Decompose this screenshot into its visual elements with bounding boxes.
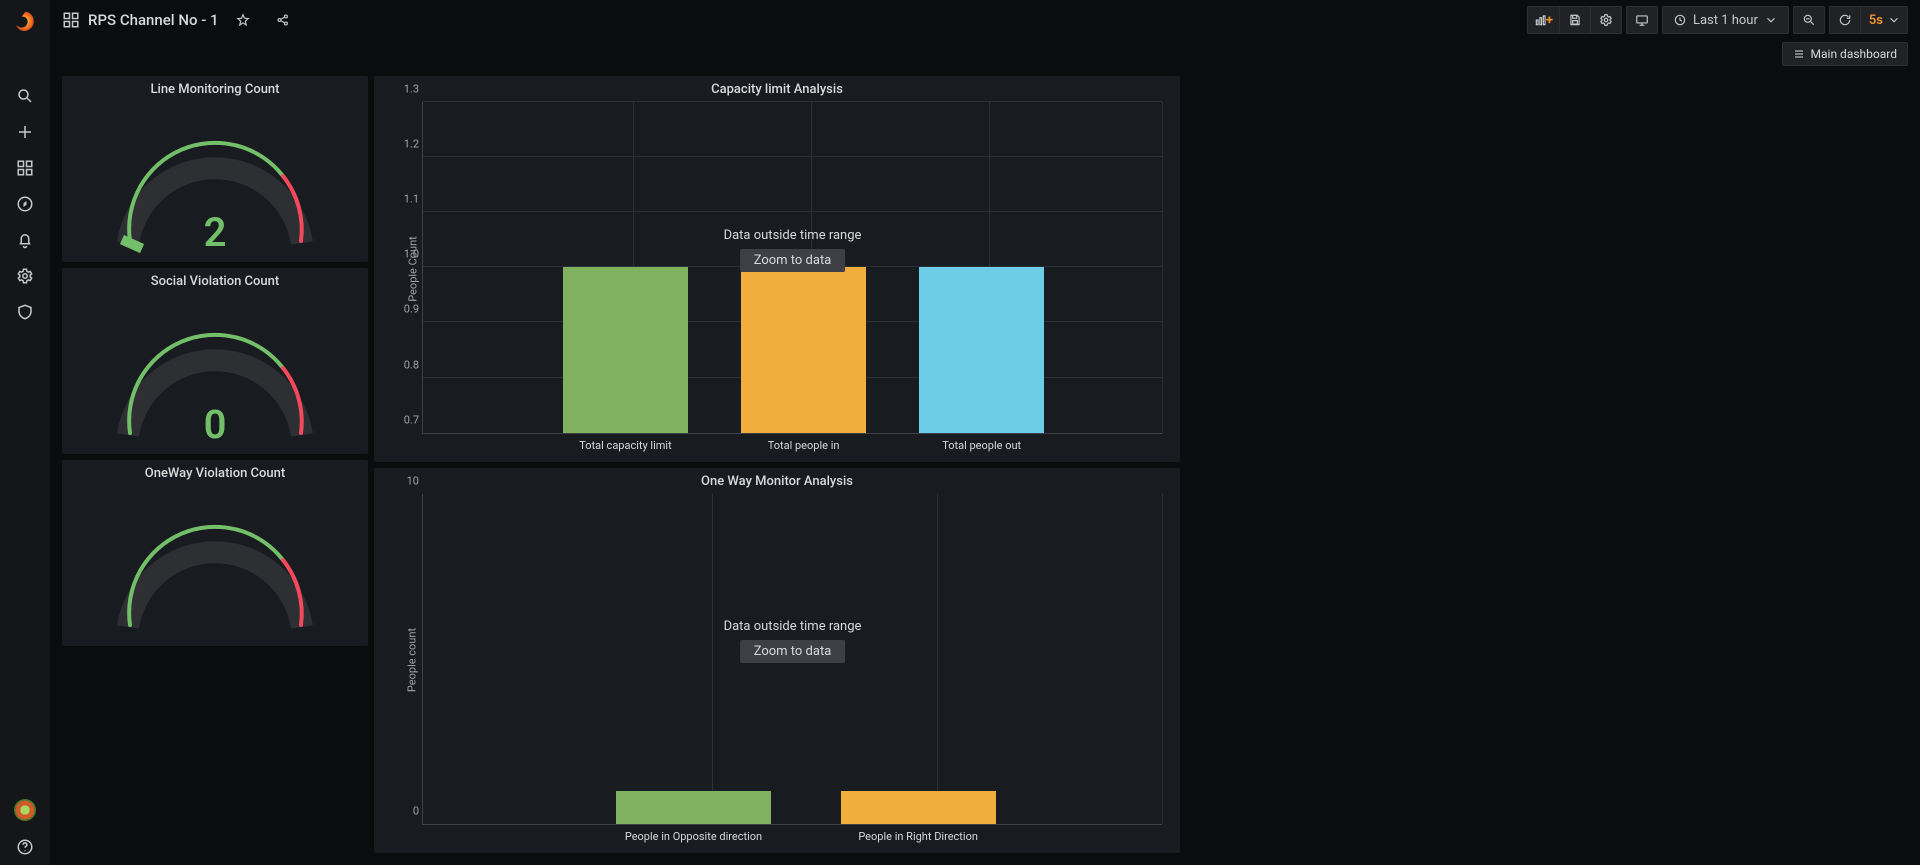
breadcrumb: RPS Channel No - 1 <box>62 6 299 34</box>
time-range-label: Last 1 hour <box>1693 13 1758 28</box>
explore-icon[interactable] <box>14 193 36 215</box>
y-axis-label: People count <box>406 628 419 692</box>
panel-title: Social Violation Count <box>62 268 368 291</box>
settings-button[interactable] <box>1590 6 1622 34</box>
zoom-to-data-button[interactable]: Zoom to data <box>740 640 846 663</box>
dashboards-icon[interactable] <box>14 157 36 179</box>
star-icon[interactable] <box>227 6 259 34</box>
refresh-interval-picker[interactable]: 5s <box>1860 6 1908 34</box>
panel-title: Capacity limit Analysis <box>374 76 1180 99</box>
out-of-range-message: Data outside time range <box>724 619 862 634</box>
panel-oneway-violation-count[interactable]: OneWay Violation Count <box>62 460 368 646</box>
config-icon[interactable] <box>14 265 36 287</box>
gauge <box>110 505 320 640</box>
search-icon[interactable] <box>14 85 36 107</box>
grafana-logo[interactable] <box>11 10 39 38</box>
out-of-range-message: Data outside time range <box>724 228 862 243</box>
avatar[interactable] <box>14 799 36 821</box>
admin-icon[interactable] <box>14 301 36 323</box>
top-toolbar: RPS Channel No - 1 + Last 1 hour 5s <box>50 0 1920 40</box>
panel-social-violation-count[interactable]: Social Violation Count 0 <box>62 268 368 454</box>
panel-title: OneWay Violation Count <box>62 460 368 483</box>
chart-plot: 10 0 People in Opposite direction People… <box>422 494 1162 826</box>
dashboards-home-icon[interactable] <box>62 11 80 29</box>
gauge-value: 2 <box>204 209 227 256</box>
alerting-icon[interactable] <box>14 229 36 251</box>
panel-capacity-limit-analysis[interactable]: Capacity limit Analysis People Count 1.3… <box>374 76 1180 462</box>
y-axis-label: People Count <box>406 236 419 302</box>
sub-toolbar: Main dashboard <box>50 40 1920 68</box>
refresh-button[interactable] <box>1829 6 1861 34</box>
gauge-value: 0 <box>204 401 227 448</box>
plus-icon[interactable] <box>14 121 36 143</box>
add-panel-button[interactable]: + <box>1527 6 1560 34</box>
panel-line-monitoring-count[interactable]: Line Monitoring Count 2 <box>62 76 368 262</box>
chart-plot: 1.3 1.2 1.1 1.0 0.9 0.8 0.7 Tot <box>422 102 1162 434</box>
left-nav <box>0 0 50 865</box>
main-dashboard-link[interactable]: Main dashboard <box>1782 42 1908 66</box>
chevron-down-icon <box>1887 13 1901 27</box>
save-button[interactable] <box>1559 6 1591 34</box>
panel-one-way-monitor-analysis[interactable]: One Way Monitor Analysis People count 10… <box>374 468 1180 854</box>
time-range-picker[interactable]: Last 1 hour <box>1662 6 1789 34</box>
share-icon[interactable] <box>267 6 299 34</box>
chevron-down-icon <box>1764 13 1778 27</box>
zoom-out-button[interactable] <box>1793 6 1825 34</box>
panel-title: Line Monitoring Count <box>62 76 368 99</box>
zoom-to-data-button[interactable]: Zoom to data <box>740 249 846 272</box>
panel-title: One Way Monitor Analysis <box>374 468 1180 491</box>
help-icon[interactable] <box>14 836 36 858</box>
cycle-view-button[interactable] <box>1626 6 1658 34</box>
page-title[interactable]: RPS Channel No - 1 <box>88 11 219 29</box>
